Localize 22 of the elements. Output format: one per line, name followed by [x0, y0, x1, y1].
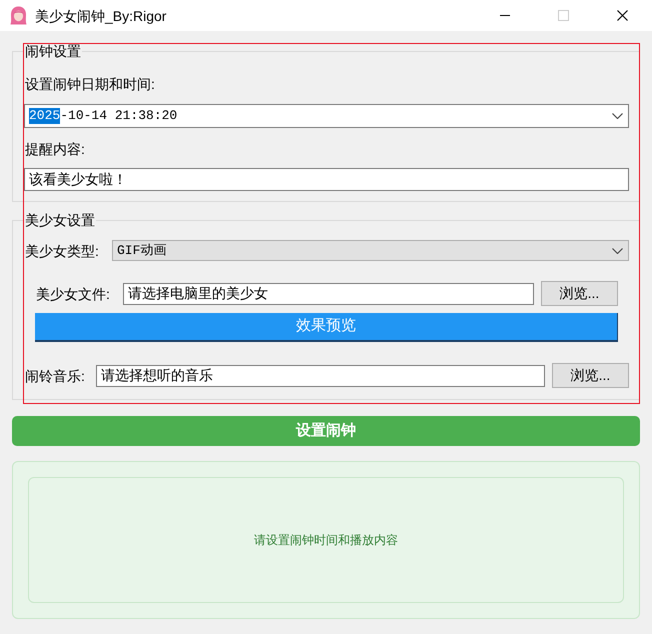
- type-dropdown[interactable]: GIF动画: [112, 240, 629, 261]
- group-title: 美少女设置: [24, 213, 96, 228]
- music-path-input[interactable]: 请选择想听的音乐: [96, 364, 545, 386]
- field-label: 闹铃音乐:: [24, 366, 86, 386]
- window-title: 美少女闹钟_By:Rigor: [35, 6, 166, 26]
- status-message: 请设置闹钟时间和播放内容: [254, 532, 398, 548]
- group-title: 闹钟设置: [24, 44, 82, 59]
- close-icon: [617, 10, 628, 21]
- message-input[interactable]: 该看美少女啦！: [24, 168, 629, 191]
- avatar-icon: [10, 6, 27, 25]
- browse-button[interactable]: 浏览...: [552, 363, 629, 388]
- field-label: 美少女文件:: [35, 284, 111, 304]
- maximize-icon: [558, 10, 569, 21]
- chevron-down-icon: [612, 113, 623, 119]
- datetime-dropdown[interactable]: 2025-10-14 21:38:20: [24, 104, 629, 128]
- browse-button[interactable]: 浏览...: [541, 281, 618, 306]
- file-path-input[interactable]: 请选择电脑里的美少女: [123, 282, 534, 304]
- field-label: 设置闹钟日期和时间:: [24, 75, 156, 94]
- minimize-icon: [500, 15, 510, 16]
- field-label: 美少女类型:: [24, 242, 100, 260]
- chevron-down-icon: [612, 248, 623, 254]
- field-label: 提醒内容:: [24, 140, 86, 159]
